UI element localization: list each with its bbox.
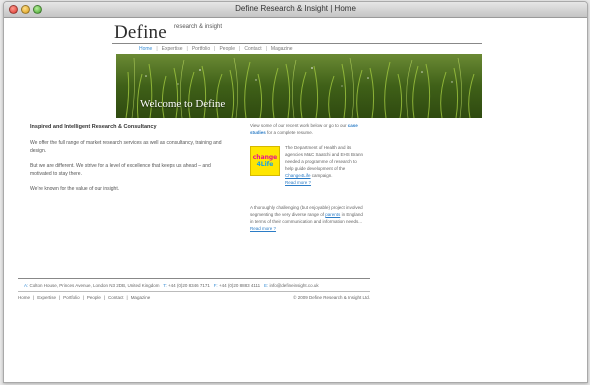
footer-nav-separator: |	[58, 295, 61, 300]
nav-separator: |	[239, 46, 241, 52]
footer: A: Colton House, Princes Avenue, London …	[18, 278, 370, 300]
nav-expertise[interactable]: Expertise	[162, 46, 183, 52]
sidebar-intro-text-end: for a complete resume.	[265, 130, 314, 135]
nav-separator: |	[265, 46, 267, 52]
case-study-parents: A thoroughly challenging (but enjoyable)…	[250, 204, 364, 232]
footer-nav-separator: |	[82, 295, 84, 300]
copyright: © 2009 Define Research & Insight Ltd.	[293, 295, 370, 300]
email-key: E:	[263, 283, 269, 288]
intro-paragraph-2: But we are different. We strive for a le…	[30, 163, 211, 177]
footer-nav-magazine[interactable]: Magazine	[131, 295, 151, 300]
logo-tagline: research & insight	[174, 24, 223, 30]
address-key: A:	[24, 283, 29, 288]
main-nav: Home | Expertise | Portfolio | People | Cont…	[139, 46, 293, 52]
sidebar-intro-text: View some of our recent work below or go…	[250, 123, 348, 128]
email-link[interactable]: info@defineinsight.co.uk	[269, 283, 318, 288]
footer-nav-portfolio[interactable]: Portfolio	[63, 295, 80, 300]
logo-line-1: change	[252, 154, 278, 161]
header-rule	[112, 43, 482, 44]
address: Colton House, Princes Avenue, London N3 …	[29, 283, 160, 288]
footer-nav-contact[interactable]: Contact	[108, 295, 124, 300]
parents-link[interactable]: parents	[325, 212, 340, 217]
hero-banner: Welcome to Define	[116, 54, 482, 118]
window-title: Define Research & Insight | Home	[235, 4, 356, 13]
footer-nav-people[interactable]: People	[87, 295, 101, 300]
case-study-change4life: change 4Life The Department of Health an…	[250, 144, 364, 198]
footer-nav-expertise[interactable]: Expertise	[37, 295, 56, 300]
case1-body-end: campaign.	[310, 173, 333, 178]
nav-separator: |	[186, 46, 188, 52]
read-more-link[interactable]: Read more ?	[250, 226, 276, 231]
browser-window: Define Research & Insight | Home Define …	[3, 1, 588, 383]
case-study-text: The Department of Health and its agencie…	[285, 144, 364, 186]
nav-home[interactable]: Home	[139, 46, 152, 52]
footer-nav-home[interactable]: Home	[18, 295, 30, 300]
nav-portfolio[interactable]: Portfolio	[192, 46, 210, 52]
telephone: +44 (0)20 8346 7171	[167, 283, 210, 288]
fax-key: F:	[213, 283, 218, 288]
tel-key: T:	[163, 283, 167, 288]
main-content: Inspired and Intelligent Research & Cons…	[30, 123, 222, 200]
sidebar-intro: View some of our recent work below or go…	[250, 122, 364, 136]
contact-line: A: Colton House, Princes Avenue, London …	[18, 279, 370, 291]
footer-bottom: Home | Expertise | Portfolio | People | Cont…	[18, 292, 370, 300]
change4life-logo[interactable]: change 4Life	[250, 146, 280, 176]
footer-nav-separator: |	[126, 295, 128, 300]
logo-wordmark: Define	[114, 22, 167, 43]
read-more-link[interactable]: Read more ?	[285, 180, 311, 185]
intro-paragraph-1: We offer the full range of market resear…	[30, 140, 222, 154]
footer-nav-separator: |	[103, 295, 105, 300]
case1-body: The Department of Health and its agencie…	[285, 145, 364, 171]
intro-paragraph-3: We’re known for the value of our insight…	[30, 186, 120, 192]
main-heading: Inspired and Intelligent Research & Cons…	[30, 124, 157, 130]
nav-separator: |	[156, 46, 158, 52]
footer-nav: Home | Expertise | Portfolio | People | Cont…	[18, 295, 150, 300]
nav-people[interactable]: People	[219, 46, 235, 52]
site-logo[interactable]: Define research & insight	[114, 22, 222, 43]
nav-separator: |	[214, 46, 216, 52]
footer-nav-separator: |	[33, 295, 35, 300]
nav-magazine[interactable]: Magazine	[271, 46, 293, 52]
title-bar: Define Research & Insight | Home	[4, 2, 587, 18]
change4life-link[interactable]: Change4Life	[285, 173, 311, 178]
fax: +44 (0)20 8883 4111	[218, 283, 261, 288]
sidebar: View some of our recent work below or go…	[250, 122, 364, 232]
nav-contact[interactable]: Contact	[244, 46, 261, 52]
banner-heading: Welcome to Define	[140, 98, 226, 110]
logo-line-2: 4Life	[256, 161, 274, 168]
